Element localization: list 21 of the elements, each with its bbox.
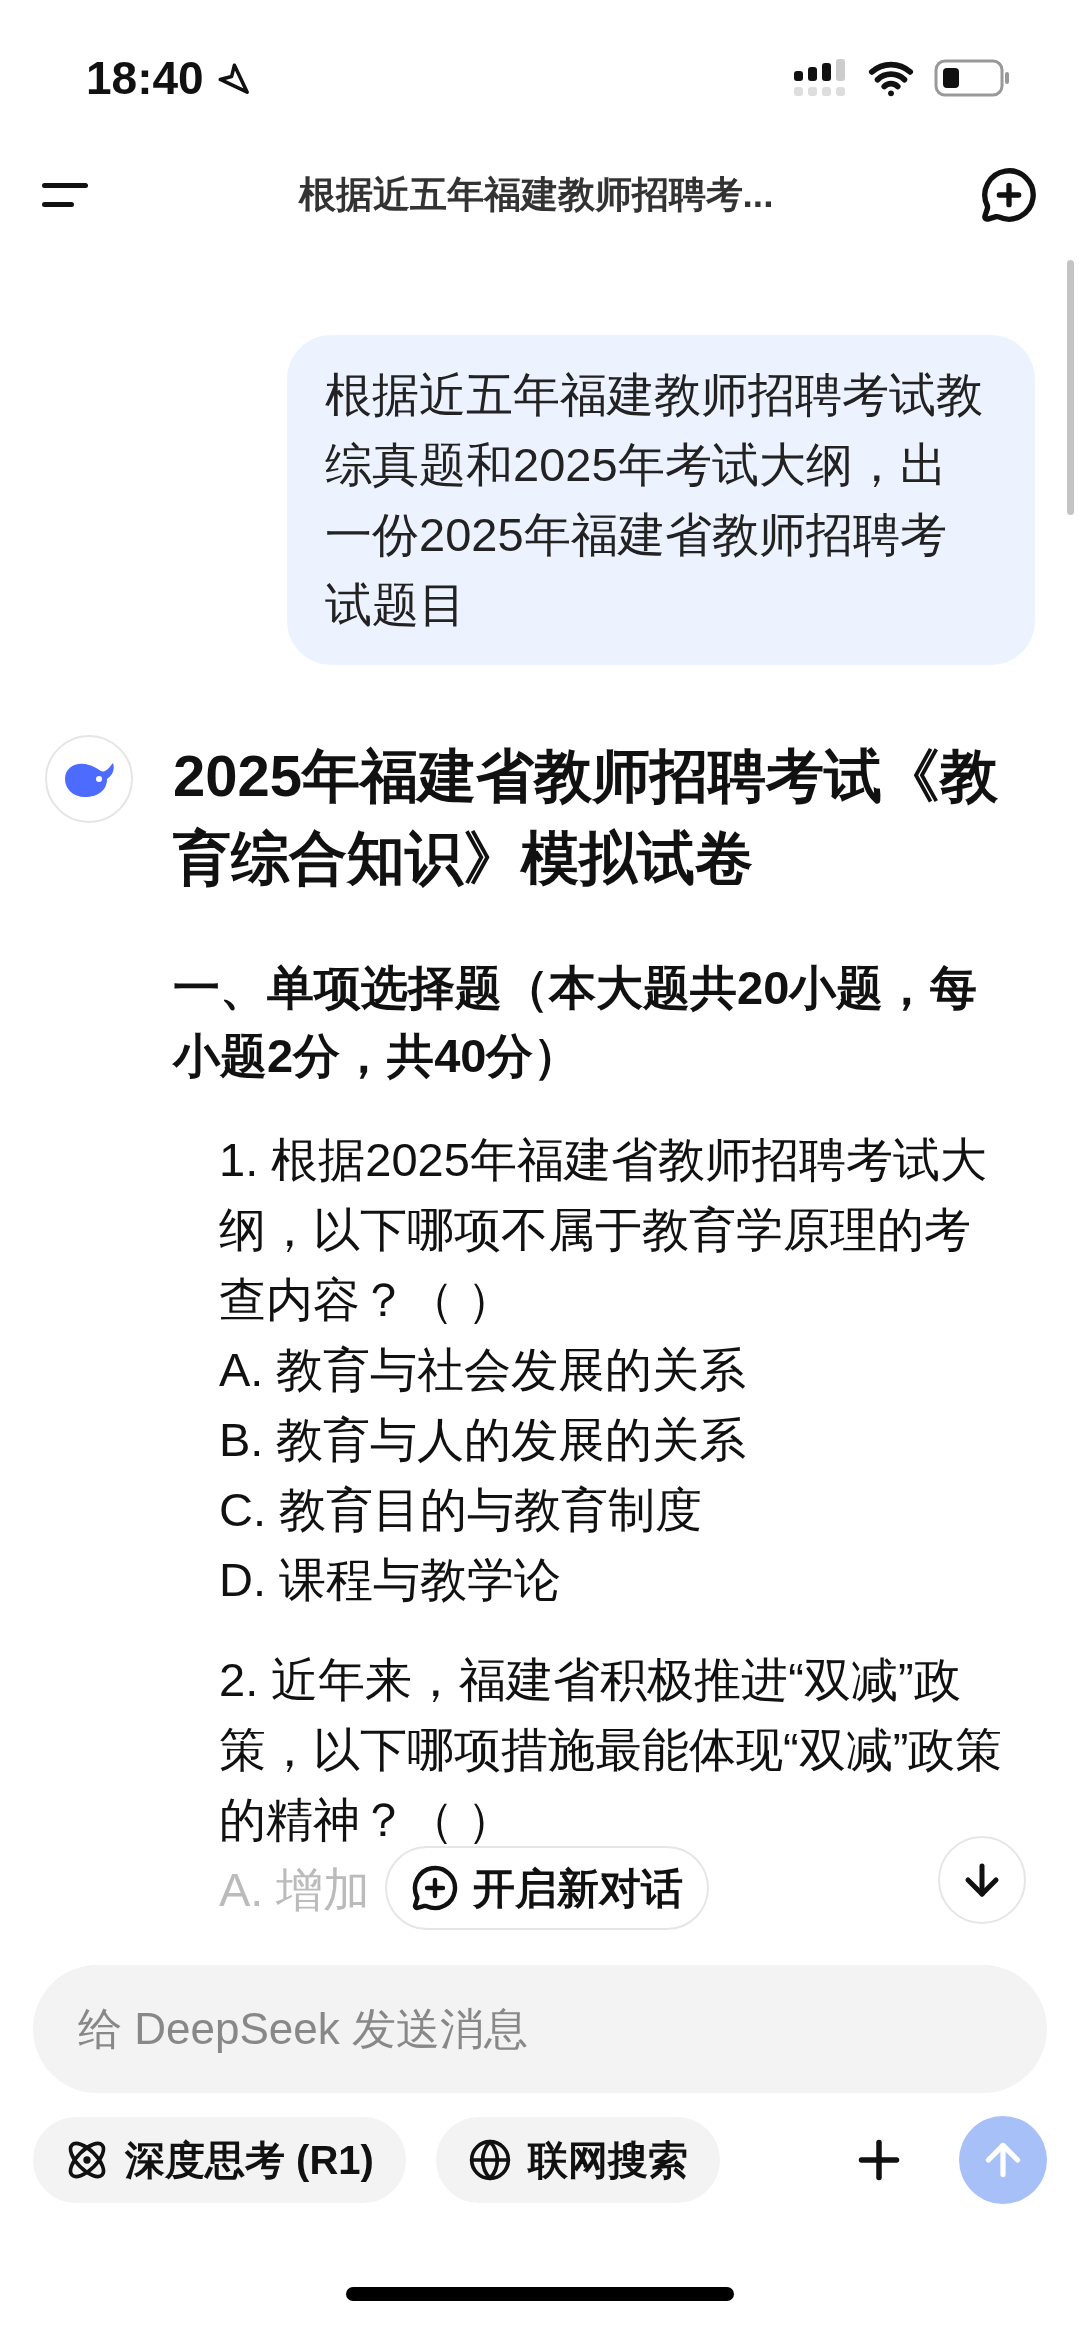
question-text: 2. 近年来，福建省积极推进“双减”政策，以下哪项措施最能体现“双减”政策的精神？（ ） bbox=[219, 1652, 1004, 1848]
new-chat-icon bbox=[411, 1864, 459, 1912]
mode-toggle[interactable]: 联网搜索 bbox=[435, 2117, 720, 2203]
user-message: 根据近五年福建教师招聘考试教综真题和2025年考试大纲，出一份2025年福建省教师招聘考试题目 bbox=[287, 335, 1035, 665]
new-chat-button[interactable]: 开启新对话 bbox=[385, 1846, 709, 1930]
answer-option: B. 教育与人的发展的关系 bbox=[219, 1405, 747, 1475]
status-time: 18:40 bbox=[86, 50, 204, 106]
signal-icon bbox=[794, 59, 848, 97]
answer-option: D. 课程与教学论 bbox=[219, 1545, 562, 1615]
new-chat-icon[interactable] bbox=[980, 166, 1038, 224]
chat-title: 根据近五年福建教师招聘考... bbox=[298, 173, 774, 218]
message-input[interactable]: 给 DeepSeek 发送消息 bbox=[33, 1965, 1047, 2093]
answer-option: C. 教育目的与教育制度 bbox=[219, 1475, 703, 1545]
answer-option: A. 教育与社会发展的关系 bbox=[219, 1335, 747, 1405]
reply-title: 2025年福建省教师招聘考试《教育综合知识》模拟试卷 bbox=[173, 742, 1000, 892]
question-text: 1. 根据2025年福建省教师招聘考试大纲，以下哪项不属于教育学原理的考查内容？（ ） bbox=[219, 1132, 988, 1328]
answer-option: A. 增加 bbox=[219, 1855, 371, 1925]
section-heading: 一、单项选择题（本大题共20小题，每小题2分，共40分） bbox=[173, 960, 979, 1084]
mode-toggle[interactable]: 深度思考 (R1) bbox=[33, 2117, 406, 2203]
globe-icon bbox=[467, 2138, 512, 2182]
battery-icon bbox=[934, 59, 1010, 97]
